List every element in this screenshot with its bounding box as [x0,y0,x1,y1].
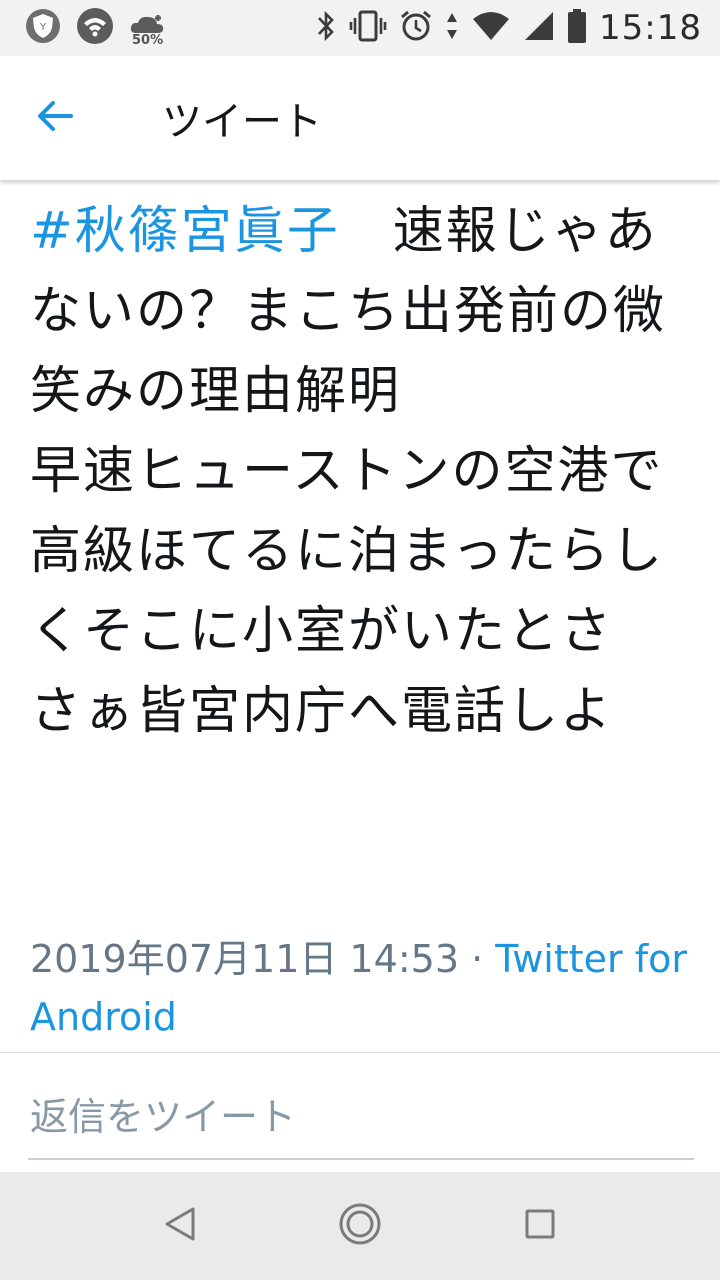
triangle-back-icon [163,1206,197,1246]
back-button[interactable] [0,56,110,180]
nav-recents-button[interactable] [504,1190,576,1262]
svg-text:Y: Y [39,22,47,33]
status-bar: Y 50% 15:18 [0,0,720,56]
vibrate-icon [349,9,387,47]
arrow-left-icon [35,96,75,140]
tweet-body: 速報じゃあないの？まこち出発前の微笑みの理由解明 早速ヒューストンの空港で高級ほ… [30,202,667,741]
alarm-icon [399,9,433,47]
nav-back-button[interactable] [144,1190,216,1262]
divider [0,1052,720,1053]
hashtag-link[interactable]: #秋篠宮眞子 [30,202,340,261]
wifi-signal-icon [471,9,511,47]
wifi-icon [76,7,114,49]
bluetooth-icon [315,9,337,47]
cell-signal-icon [523,9,555,47]
battery-saver-percent: 50% [132,33,164,48]
app-bar: ツイート [0,56,720,180]
page-title: ツイート [162,99,322,145]
home-circle-icon [338,1202,382,1250]
square-recents-icon [523,1207,557,1245]
data-arrows-icon [445,9,459,47]
tweet-timestamp: 2019年07月11日 14:53 [30,937,460,981]
vpn-shield-icon: Y [24,7,62,49]
reply-underline [28,1158,694,1160]
system-nav-bar [0,1172,720,1280]
reply-input[interactable]: 返信をツイート [30,1086,296,1141]
tweet-text: #秋篠宮眞子 速報じゃあないの？まこち出発前の微笑みの理由解明 早速ヒューストン… [30,192,690,752]
meta-separator: · [459,937,496,981]
clock: 15:18 [599,8,702,48]
tweet-meta: 2019年07月11日 14:53 · Twitter for Android [30,930,690,1046]
battery-icon [567,8,587,48]
nav-home-button[interactable] [324,1190,396,1262]
